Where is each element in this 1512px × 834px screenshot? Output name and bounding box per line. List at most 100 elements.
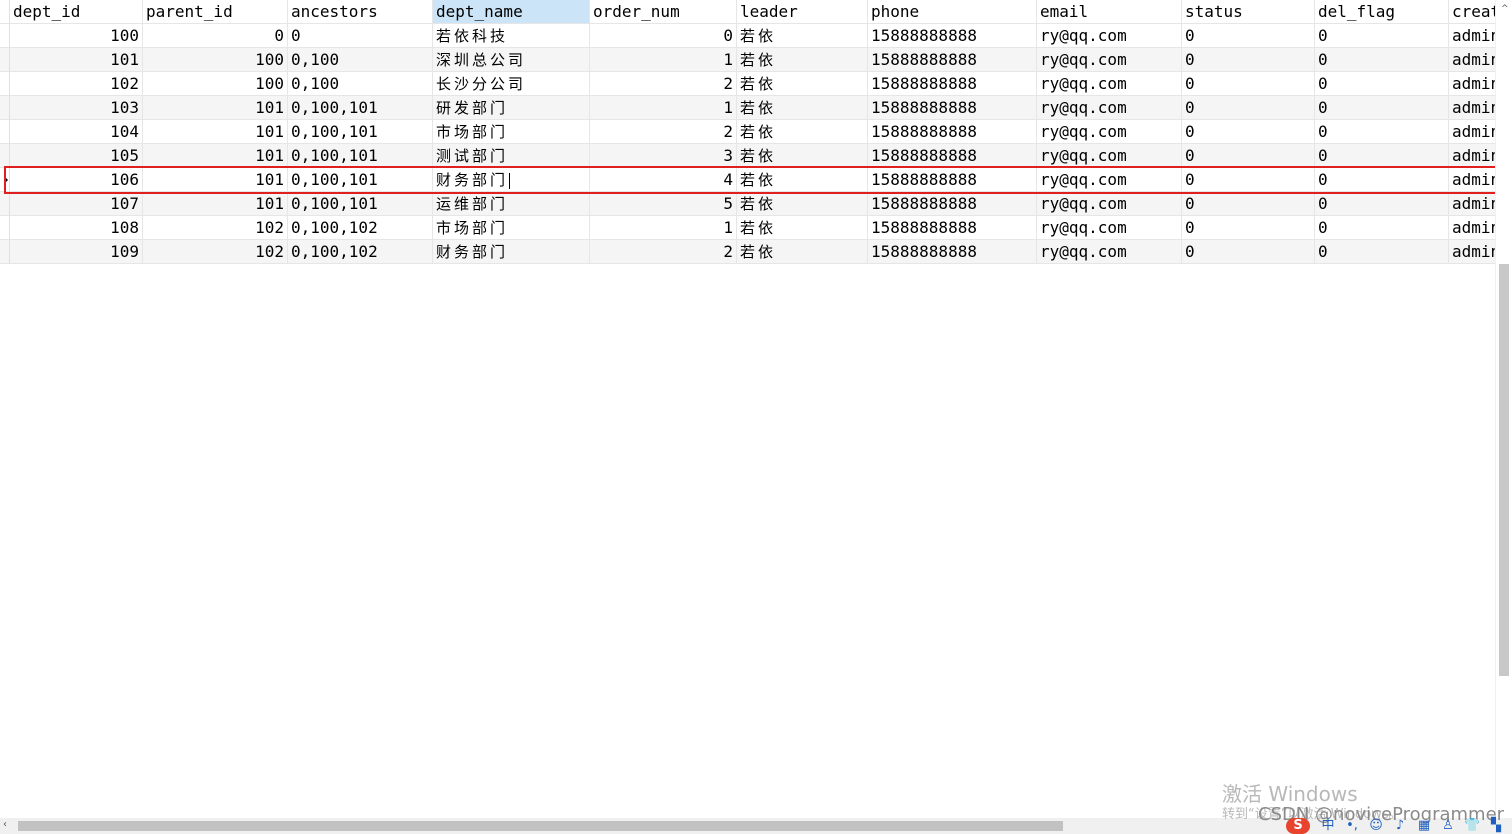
skin-icon[interactable]: 👕 [1464,818,1480,834]
cell-dept-id[interactable]: 102 [10,72,143,96]
cell-del-flag[interactable]: 0 [1315,48,1449,72]
cell-dept-name[interactable]: 深圳总公司 [433,48,590,72]
cell-order-num[interactable]: 1 [590,48,737,72]
vertical-scroll-thumb[interactable] [1499,264,1509,676]
cell-order-num[interactable]: 5 [590,192,737,216]
horizontal-scroll-thumb[interactable] [18,821,1063,831]
column-header-email[interactable]: email [1037,0,1182,24]
cell-dept-name[interactable]: 研发部门 [433,96,590,120]
cell-status[interactable]: 0 [1182,120,1315,144]
cell-phone[interactable]: 15888888888 [868,192,1037,216]
row-indicator[interactable] [0,192,10,216]
scroll-left-icon[interactable]: ‹ [3,819,7,830]
cell-email[interactable]: ry@qq.com [1037,144,1182,168]
cell-dept-name[interactable]: 财务部门 [433,168,590,192]
column-header-status[interactable]: status [1182,0,1315,24]
cell-create-by[interactable]: admin [1449,192,1496,216]
cell-phone[interactable]: 15888888888 [868,72,1037,96]
cell-create-by[interactable]: admin [1449,120,1496,144]
cell-dept-id[interactable]: 100 [10,24,143,48]
column-header-create-by[interactable]: creat [1449,0,1496,24]
cell-dept-name[interactable]: 财务部门 [433,240,590,264]
cell-order-num[interactable]: 2 [590,120,737,144]
row-indicator[interactable] [0,72,10,96]
cell-phone[interactable]: 15888888888 [868,120,1037,144]
column-header-leader[interactable]: leader [737,0,868,24]
cell-dept-id[interactable]: 106 [10,168,143,192]
cell-leader[interactable]: 若依 [737,216,868,240]
row-indicator[interactable] [0,0,10,24]
column-header-del-flag[interactable]: del_flag [1315,0,1449,24]
cell-phone[interactable]: 15888888888 [868,240,1037,264]
cell-status[interactable]: 0 [1182,144,1315,168]
scroll-up-icon[interactable]: ^ [1501,4,1509,14]
cell-parent-id[interactable]: 101 [143,120,288,144]
cell-status[interactable]: 0 [1182,72,1315,96]
row-indicator[interactable] [0,168,10,192]
column-header-order-num[interactable]: order_num [590,0,737,24]
user-icon[interactable]: ♙ [1440,818,1456,834]
cell-phone[interactable]: 15888888888 [868,48,1037,72]
cell-dept-id[interactable]: 105 [10,144,143,168]
punctuation-icon[interactable]: •, [1344,818,1360,834]
cell-order-num[interactable]: 2 [590,72,737,96]
cell-email[interactable]: ry@qq.com [1037,120,1182,144]
cell-parent-id[interactable]: 101 [143,168,288,192]
cell-del-flag[interactable]: 0 [1315,192,1449,216]
cell-email[interactable]: ry@qq.com [1037,24,1182,48]
cell-dept-name[interactable]: 若依科技 [433,24,590,48]
cell-ancestors[interactable]: 0,100,102 [288,240,433,264]
table-row[interactable]: 101 100 0,100 深圳总公司 1 若依 15888888888 ry@qq.com 0… [0,48,1496,72]
microphone-icon[interactable]: ♪ [1392,818,1408,834]
row-indicator[interactable] [0,24,10,48]
table-row[interactable]: 100 0 0 若依科技 0 若依 15888888888 ry@qq.com 0 0 admin [0,24,1496,48]
cell-parent-id[interactable]: 100 [143,72,288,96]
cell-dept-name[interactable]: 市场部门 [433,216,590,240]
column-header-dept-id[interactable]: dept_id [10,0,143,24]
cell-leader[interactable]: 若依 [737,96,868,120]
cell-email[interactable]: ry@qq.com [1037,72,1182,96]
cell-phone[interactable]: 15888888888 [868,96,1037,120]
cell-phone[interactable]: 15888888888 [868,216,1037,240]
cell-parent-id[interactable]: 101 [143,192,288,216]
cell-del-flag[interactable]: 0 [1315,96,1449,120]
cell-status[interactable]: 0 [1182,216,1315,240]
cell-dept-id[interactable]: 108 [10,216,143,240]
cell-ancestors[interactable]: 0 [288,24,433,48]
table-row[interactable]: 103 101 0,100,101 研发部门 1 若依 15888888888 ry@qq.c… [0,96,1496,120]
table-row[interactable]: 109 102 0,100,102 财务部门 2 若依 15888888888 ry@qq.c… [0,240,1496,264]
cell-create-by[interactable]: admin [1449,48,1496,72]
cell-order-num[interactable]: 4 [590,168,737,192]
cell-del-flag[interactable]: 0 [1315,120,1449,144]
cell-email[interactable]: ry@qq.com [1037,48,1182,72]
cell-parent-id[interactable]: 100 [143,48,288,72]
cell-dept-name[interactable]: 运维部门 [433,192,590,216]
cell-del-flag[interactable]: 0 [1315,144,1449,168]
cell-parent-id[interactable]: 102 [143,240,288,264]
cell-leader[interactable]: 若依 [737,144,868,168]
cell-email[interactable]: ry@qq.com [1037,240,1182,264]
cell-dept-id[interactable]: 103 [10,96,143,120]
column-header-phone[interactable]: phone [868,0,1037,24]
cell-ancestors[interactable]: 0,100,102 [288,216,433,240]
cell-ancestors[interactable]: 0,100 [288,48,433,72]
cell-del-flag[interactable]: 0 [1315,240,1449,264]
cell-del-flag[interactable]: 0 [1315,216,1449,240]
cell-parent-id[interactable]: 101 [143,96,288,120]
emoji-icon[interactable]: ☺ [1368,818,1384,834]
vertical-scrollbar[interactable]: ^ [1495,0,1512,818]
row-indicator[interactable] [0,96,10,120]
table-row[interactable]: 108 102 0,100,102 市场部门 1 若依 15888888888 ry@qq.c… [0,216,1496,240]
cell-dept-id[interactable]: 104 [10,120,143,144]
cell-email[interactable]: ry@qq.com [1037,192,1182,216]
cell-dept-name[interactable]: 长沙分公司 [433,72,590,96]
cell-del-flag[interactable]: 0 [1315,168,1449,192]
cell-create-by[interactable]: admin [1449,96,1496,120]
cell-order-num[interactable]: 3 [590,144,737,168]
ime-mode-icon[interactable]: 中 [1320,818,1336,834]
cell-create-by[interactable]: admin [1449,168,1496,192]
cell-ancestors[interactable]: 0,100,101 [288,168,433,192]
cell-dept-id[interactable]: 107 [10,192,143,216]
cell-create-by[interactable]: admin [1449,24,1496,48]
cell-create-by[interactable]: admin [1449,216,1496,240]
